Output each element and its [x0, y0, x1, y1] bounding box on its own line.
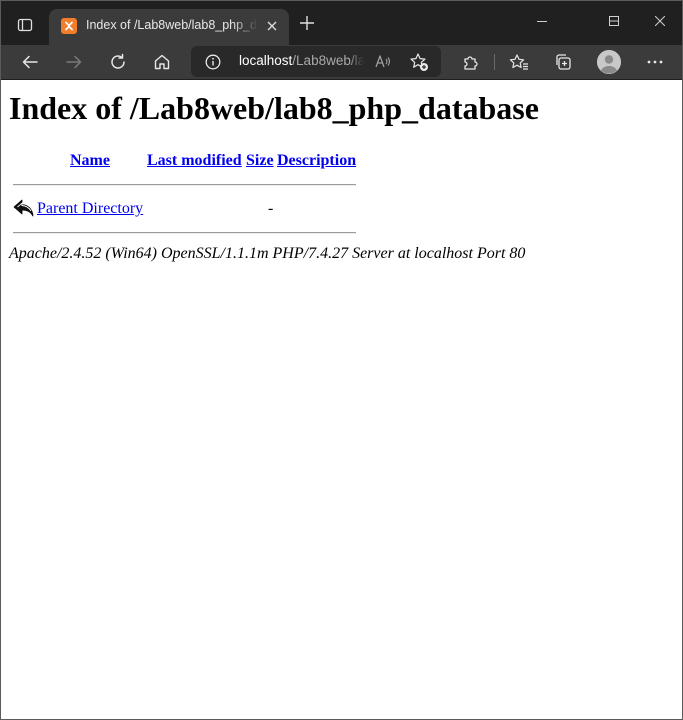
more-icon[interactable] — [639, 46, 671, 78]
browser-toolbar: localhost/Lab8web/lab8_php_database/ — [1, 45, 682, 80]
xampp-favicon-icon — [61, 18, 77, 34]
footer-divider — [13, 232, 356, 234]
minimize-icon[interactable] — [519, 7, 565, 35]
home-icon[interactable] — [146, 46, 178, 78]
back-arrow-icon — [13, 199, 35, 217]
row-size: - — [268, 200, 274, 217]
add-favorite-icon[interactable] — [408, 51, 430, 73]
read-aloud-icon[interactable] — [372, 51, 394, 73]
page-content: Index of /Lab8web/lab8_php_database Name… — [1, 80, 682, 719]
column-header-size[interactable]: Size — [246, 152, 274, 170]
url-text[interactable]: localhost/Lab8web/lab8_php_database/ — [239, 53, 364, 71]
server-signature: Apache/2.4.52 (Win64) OpenSSL/1.1.1m PHP… — [9, 245, 526, 262]
new-tab-icon[interactable] — [295, 11, 319, 35]
tab-bar: Index of /Lab8web/lab8_php_database — [1, 1, 682, 45]
url-path: /Lab8web/lab8_php_database/ — [292, 53, 364, 68]
close-window-icon[interactable] — [637, 7, 682, 35]
maximize-icon[interactable] — [591, 7, 637, 35]
tab-actions-icon[interactable] — [9, 9, 41, 41]
parent-directory-link[interactable]: Parent Directory — [37, 200, 143, 218]
tab-title: Index of /Lab8web/lab8_php_database — [86, 18, 258, 32]
url-host: localhost — [239, 53, 293, 68]
forward-icon[interactable] — [58, 46, 90, 78]
close-icon[interactable] — [263, 17, 281, 35]
address-bar[interactable]: localhost/Lab8web/lab8_php_database/ — [191, 46, 441, 77]
collections-icon[interactable] — [547, 46, 579, 78]
page-title: Index of /Lab8web/lab8_php_database — [9, 90, 539, 126]
favorites-icon[interactable] — [503, 46, 535, 78]
column-header-description[interactable]: Description — [277, 152, 356, 170]
active-tab[interactable]: Index of /Lab8web/lab8_php_database — [49, 9, 289, 45]
header-divider — [13, 184, 356, 186]
info-icon[interactable] — [203, 52, 223, 72]
extensions-icon[interactable] — [454, 46, 486, 78]
back-icon[interactable] — [14, 46, 46, 78]
browser-window: Index of /Lab8web/lab8_php_database — [0, 0, 683, 720]
refresh-icon[interactable] — [102, 46, 134, 78]
column-header-last-modified[interactable]: Last modified — [147, 152, 242, 170]
profile-avatar-icon[interactable] — [597, 50, 621, 74]
column-header-name[interactable]: Name — [70, 152, 110, 170]
toolbar-divider — [494, 54, 495, 70]
